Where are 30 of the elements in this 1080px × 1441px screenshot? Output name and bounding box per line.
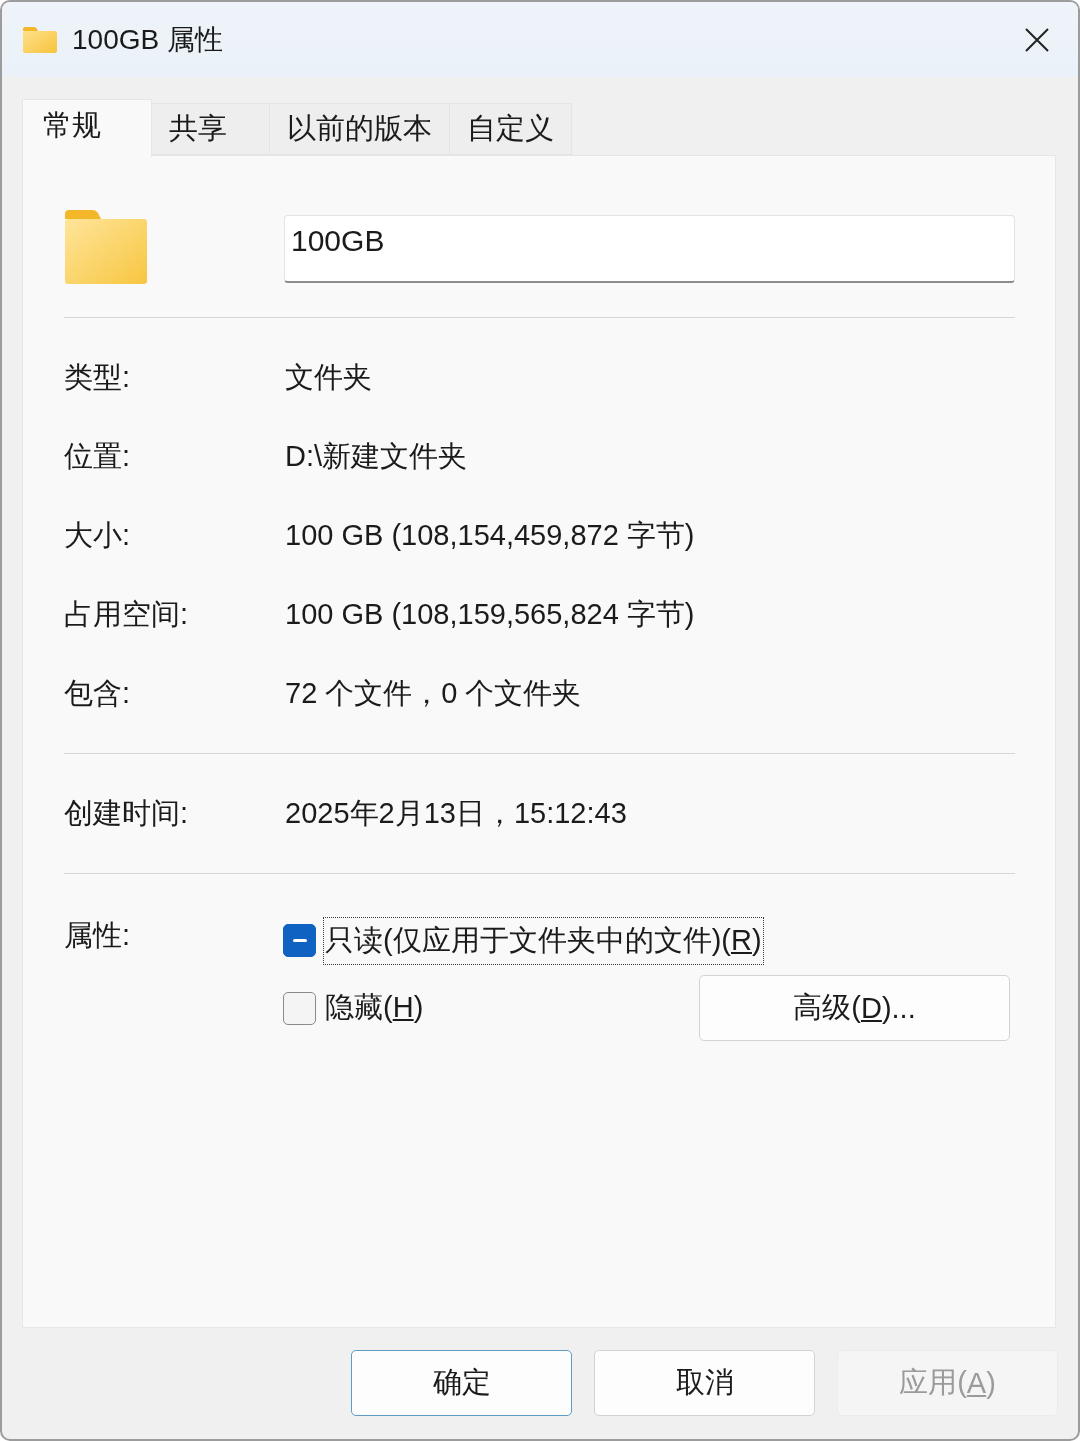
property-label: 位置: [64,438,132,474]
property-value: 100 GB (108,154,459,872 字节) [285,517,696,553]
dash-icon [292,939,307,942]
property-label: 包含: [64,675,132,711]
close-icon [1025,27,1049,52]
tab[interactable]: 自定义 [450,103,572,155]
checkbox[interactable] [283,924,316,957]
checkbox-label[interactable]: 隐藏(H) [323,984,426,1032]
property-label: 创建时间: [64,795,190,831]
property-label: 类型: [64,359,132,395]
property-value: 文件夹 [285,359,373,395]
name-field[interactable]: 100GB [284,215,1015,283]
property-value: 2025年2月13日，15:12:43 [285,795,628,831]
tab[interactable]: 共享 [152,103,270,155]
tab[interactable]: 以前的版本 [270,103,450,155]
advanced-button[interactable]: 高级(D)... [699,975,1010,1041]
checkbox-label[interactable]: 只读(仅应用于文件夹中的文件)(R) [323,916,764,965]
property-value: D:\新建文件夹 [285,438,469,474]
property-label: 大小: [64,517,132,553]
property-value: 72 个文件，0 个文件夹 [285,675,583,711]
property-label: 属性: [64,920,132,953]
checkbox[interactable] [283,991,316,1025]
dialog-button[interactable]: 取消 [594,1350,815,1416]
property-value: 100 GB (108,159,565,824 字节) [285,596,696,632]
folder-icon [64,209,148,285]
dialog-button[interactable]: 确定 [351,1350,572,1416]
tab[interactable]: 常规 [22,99,152,157]
folder-icon [22,25,58,54]
window-title: 100GB 属性 [72,22,224,57]
property-label: 占用空间: [64,596,190,632]
